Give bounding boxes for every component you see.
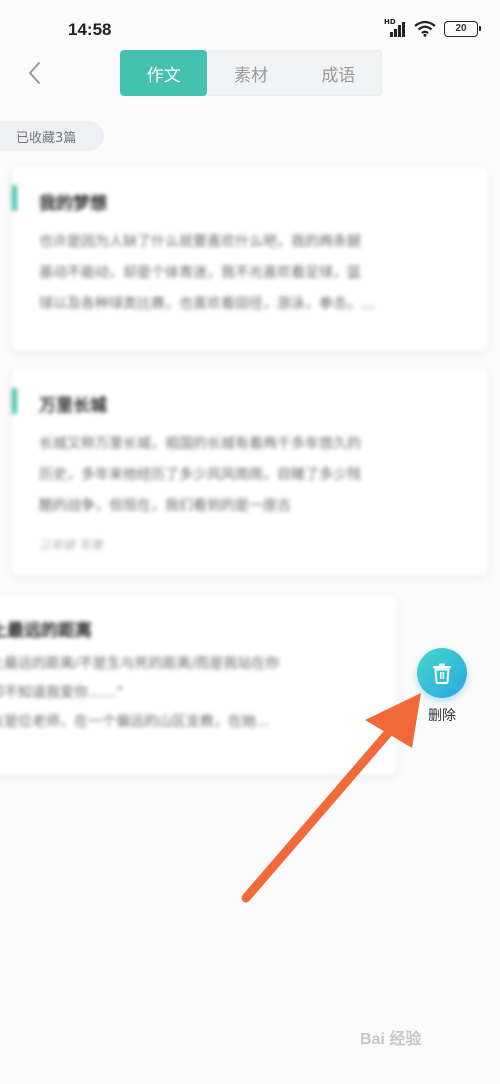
- saved-count-badge: 已收藏3篇: [0, 121, 104, 151]
- tab-material[interactable]: 素材: [207, 50, 294, 96]
- battery-level: 20: [455, 22, 467, 34]
- delete-button[interactable]: [417, 648, 467, 698]
- card-title: 上最远的距离: [0, 621, 92, 641]
- signal-icon: HD: [384, 18, 406, 37]
- essay-card-swiped[interactable]: 上最远的距离 上最远的距离/不是生与死的距离/而是我站在你 却不知道我爱你……”…: [0, 596, 396, 774]
- card-excerpt: 上最远的距离/不是生与死的距离/而是我站在你 却不知道我爱你……” 友是位老师，…: [0, 656, 280, 730]
- battery-indicator: 20: [444, 20, 481, 37]
- back-button[interactable]: [20, 58, 50, 88]
- card-excerpt: 长城又称万里长城，祖国的长城有着两千多年悠久的 历史，多年来他经历了多少风风雨雨…: [39, 436, 361, 514]
- delete-label: 删除: [428, 708, 456, 724]
- wifi-icon: [414, 20, 436, 37]
- essay-card[interactable]: 万里长城 长城又称万里长城，祖国的长城有着两千多年悠久的 历史，多年来他经历了多…: [12, 368, 488, 575]
- tab-idiom[interactable]: 成语: [295, 50, 382, 96]
- card-excerpt: 也许是因为人缺了什么就要喜欢什么吧，我的两条腿 基动不能动，却是个体育迷，我不光…: [39, 234, 375, 312]
- tab-essay[interactable]: 作文: [120, 50, 208, 96]
- watermark: Bai 经验: [360, 1031, 422, 1048]
- card-accent-bar: [12, 185, 17, 211]
- status-icons: HD 20: [384, 18, 481, 37]
- essay-card[interactable]: 我的梦想 也许是因为人缺了什么就要喜欢什么吧，我的两条腿 基动不能动，却是个体育…: [12, 167, 488, 350]
- category-tabs: 作文 素材 成语: [120, 50, 382, 96]
- status-bar: 14:58 HD 20: [0, 0, 500, 56]
- card-title: 万里长城: [39, 396, 107, 416]
- card-meta: 三年级 写景: [39, 538, 103, 552]
- card-accent-bar: [12, 388, 17, 414]
- chevron-left-icon: [29, 62, 40, 84]
- status-time: 14:58: [68, 20, 112, 39]
- card-title: 我的梦想: [39, 194, 107, 214]
- trash-icon: [433, 663, 451, 684]
